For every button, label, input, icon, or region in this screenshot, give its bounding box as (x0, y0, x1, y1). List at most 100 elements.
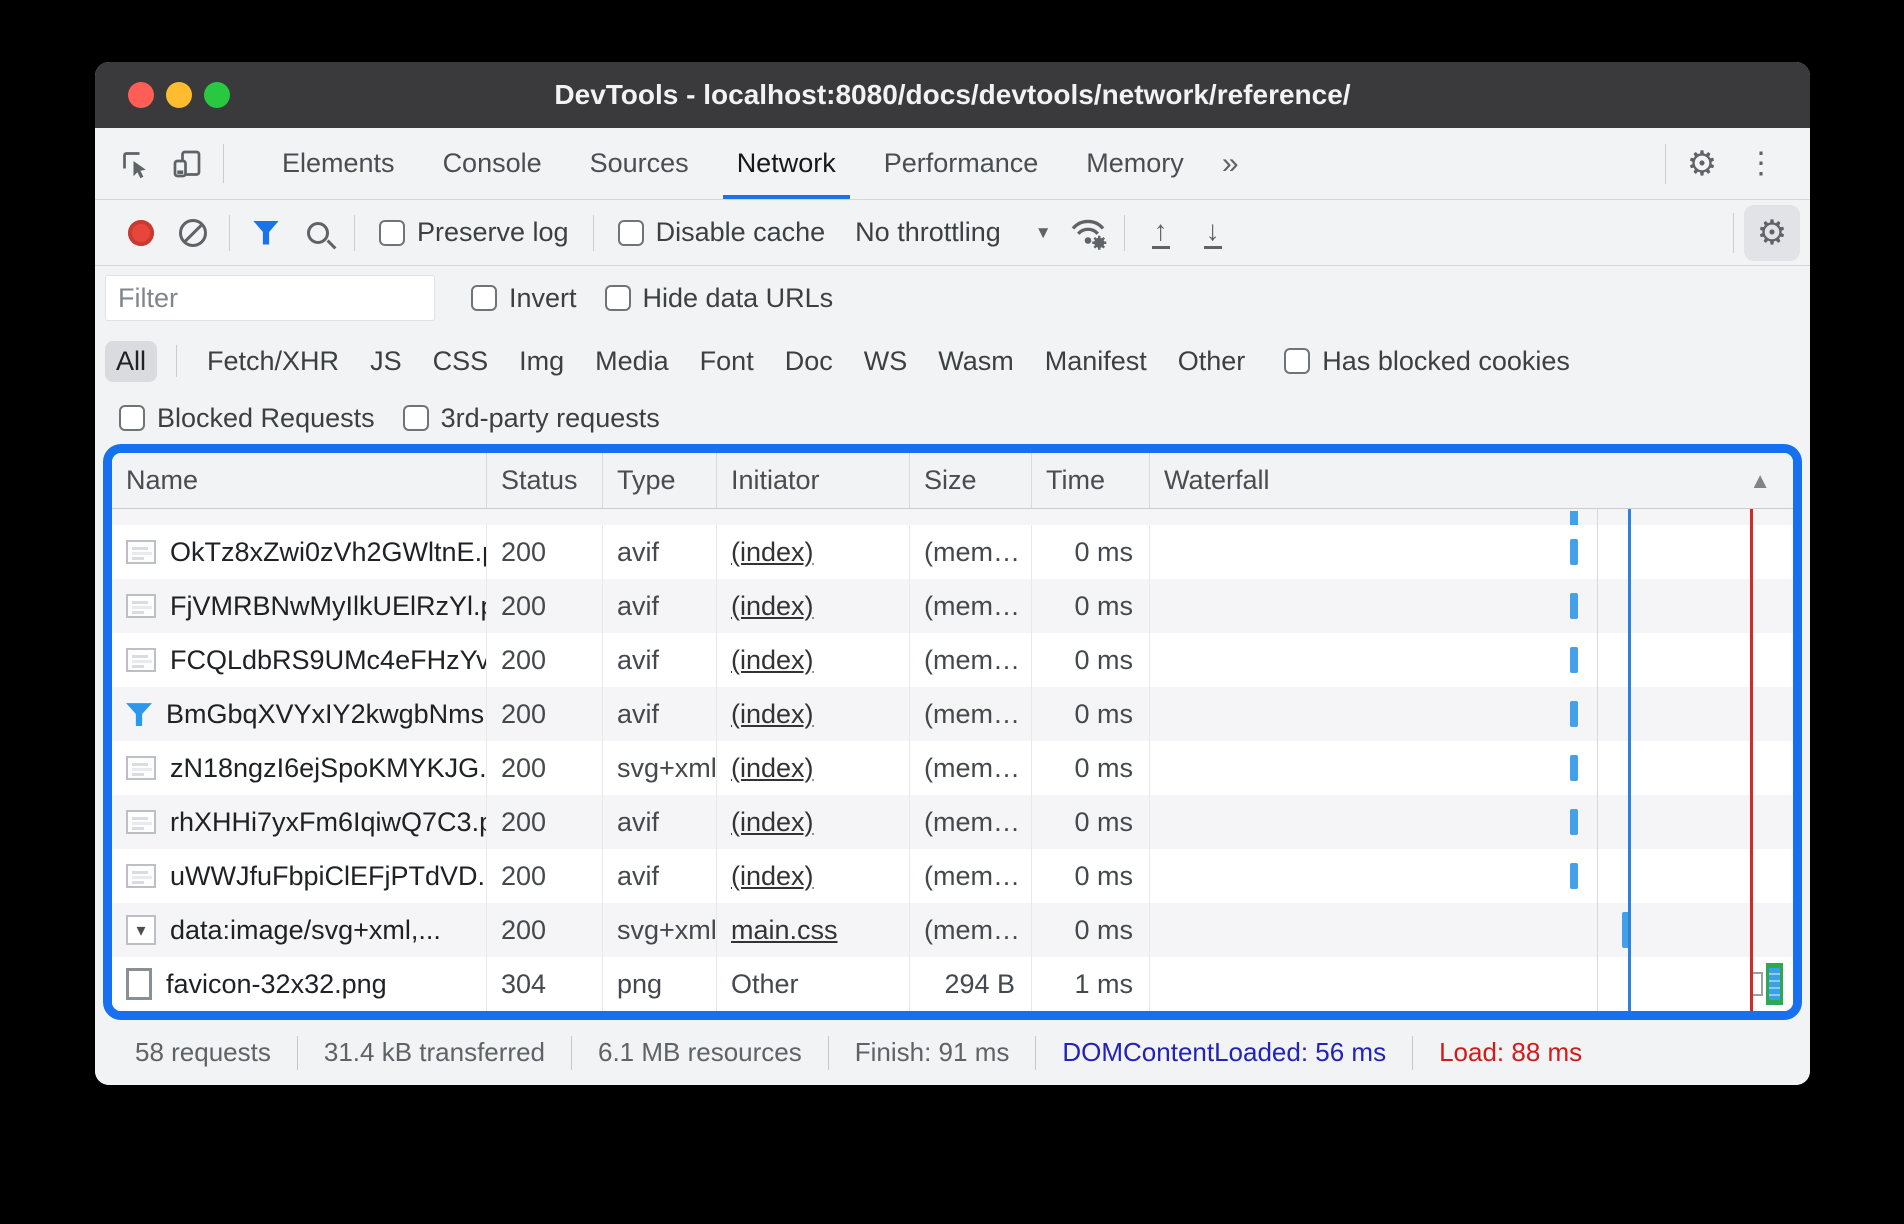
filter-chip-media[interactable]: Media (584, 341, 680, 382)
blocked-requests-checkbox-group[interactable]: Blocked Requests (119, 403, 375, 434)
table-row[interactable]: rhXHHi7yxFm6IqiwQ7C3.p... 200 avif (inde… (112, 795, 1793, 849)
tab-performance[interactable]: Performance (860, 128, 1063, 199)
hide-data-urls-checkbox-group[interactable]: Hide data URLs (605, 283, 834, 314)
column-header-status[interactable]: Status (487, 453, 603, 508)
network-conditions-icon[interactable] (1062, 207, 1114, 259)
third-party-requests-checkbox[interactable] (403, 405, 429, 431)
clear-network-log-button[interactable] (167, 207, 219, 259)
filter-chip-wasm[interactable]: Wasm (927, 341, 1025, 382)
column-header-type[interactable]: Type (603, 453, 717, 508)
request-name-cell[interactable]: zN18ngzI6ejSpoKMYKJG.s... (112, 741, 487, 795)
export-har-icon[interactable]: ↓ (1187, 207, 1239, 259)
request-name-cell[interactable]: ▾ data:image/svg+xml,... (112, 903, 487, 957)
table-row[interactable]: uWWJfuFbpiClEFjPTdVD.p... 200 avif (inde… (112, 849, 1793, 903)
throttling-dropdown[interactable]: No throttling ▼ (855, 217, 1051, 248)
request-name-cell[interactable]: FCQLdbRS9UMc4eFHzYvl... (112, 633, 487, 687)
initiator-link[interactable]: (index) (731, 807, 814, 838)
blocked-requests-checkbox[interactable] (119, 405, 145, 431)
inspect-element-icon[interactable] (109, 128, 161, 199)
request-name-cell[interactable]: rhXHHi7yxFm6IqiwQ7C3.p... (112, 795, 487, 849)
hide-data-urls-label: Hide data URLs (643, 283, 834, 314)
table-row[interactable]: OkTz8xZwi0zVh2GWltnE.p... 200 avif (inde… (112, 525, 1793, 579)
filter-toggle-icon[interactable] (240, 207, 292, 259)
initiator-link[interactable]: (index) (731, 861, 814, 892)
record-network-log-button[interactable] (115, 207, 167, 259)
filter-chip-ws[interactable]: WS (853, 341, 919, 382)
table-row[interactable]: favicon-32x32.png 304 png Other 294 B 1 … (112, 957, 1793, 1011)
tab-console[interactable]: Console (419, 128, 566, 199)
disable-cache-checkbox-group[interactable]: Disable cache (618, 217, 826, 248)
filter-chip-fetch-xhr[interactable]: Fetch/XHR (196, 341, 350, 382)
filter-chip-doc[interactable]: Doc (774, 341, 844, 382)
request-time: 0 ms (1032, 579, 1150, 633)
request-name-cell[interactable]: favicon-32x32.png (112, 957, 487, 1011)
divider (229, 215, 230, 251)
request-size: (mem… (910, 795, 1032, 849)
column-header-initiator[interactable]: Initiator (717, 453, 910, 508)
initiator-link[interactable]: (index) (731, 537, 814, 568)
request-type: avif (603, 579, 717, 633)
request-name-cell[interactable]: uWWJfuFbpiClEFjPTdVD.p... (112, 849, 487, 903)
sort-ascending-icon[interactable]: ▲ (1749, 468, 1771, 494)
table-row[interactable]: zN18ngzI6ejSpoKMYKJG.s... 200 svg+xml (i… (112, 741, 1793, 795)
invert-checkbox[interactable] (471, 285, 497, 311)
initiator-link[interactable]: Other (731, 969, 799, 1000)
initiator-link[interactable]: (index) (731, 645, 814, 676)
initiator-link[interactable]: main.css (731, 915, 838, 946)
device-toolbar-icon[interactable] (161, 128, 213, 199)
tab-sources[interactable]: Sources (566, 128, 713, 199)
column-header-waterfall[interactable]: Waterfall ▲ (1150, 453, 1793, 508)
column-header-time[interactable]: Time (1032, 453, 1150, 508)
filter-chip-css[interactable]: CSS (422, 341, 500, 382)
request-preview-icon (126, 648, 156, 672)
tab-network[interactable]: Network (713, 128, 860, 199)
has-blocked-cookies-checkbox-group[interactable]: Has blocked cookies (1284, 346, 1570, 377)
request-type: avif (603, 849, 717, 903)
preserve-log-checkbox-group[interactable]: Preserve log (379, 217, 569, 248)
request-name: FjVMRBNwMyIlkUElRzYl.p... (170, 591, 487, 622)
request-name-cell[interactable]: OkTz8xZwi0zVh2GWltnE.p... (112, 525, 487, 579)
request-name: FCQLdbRS9UMc4eFHzYvl... (170, 645, 487, 676)
table-row[interactable]: ▾ data:image/svg+xml,... 200 svg+xml mai… (112, 903, 1793, 957)
invert-checkbox-group[interactable]: Invert (471, 283, 577, 314)
filter-input[interactable] (105, 275, 435, 321)
filter-chip-img[interactable]: Img (508, 341, 575, 382)
request-name-cell[interactable]: FjVMRBNwMyIlkUElRzYl.p... (112, 579, 487, 633)
request-time: 0 ms (1032, 687, 1150, 741)
initiator-link[interactable]: (index) (731, 753, 814, 784)
hide-data-urls-checkbox[interactable] (605, 285, 631, 311)
table-row[interactable]: BmGbqXVYxIY2kwgbNms... 200 avif (index) … (112, 687, 1793, 741)
request-name-cell[interactable]: BmGbqXVYxIY2kwgbNms... (112, 687, 487, 741)
waterfall-bar (1570, 809, 1578, 835)
more-tabs-button[interactable]: » (1208, 128, 1253, 199)
import-har-icon[interactable]: ↑ (1135, 207, 1187, 259)
request-status: 200 (487, 633, 603, 687)
filter-chip-manifest[interactable]: Manifest (1034, 341, 1158, 382)
initiator-link[interactable]: (index) (731, 591, 814, 622)
tab-memory[interactable]: Memory (1062, 128, 1208, 199)
filter-chip-js[interactable]: JS (359, 341, 413, 382)
initiator-link[interactable]: (index) (731, 699, 814, 730)
request-initiator: (index) (717, 633, 910, 687)
filter-row: Invert Hide data URLs (95, 266, 1810, 330)
settings-gear-icon[interactable]: ⚙ (1676, 147, 1728, 181)
customize-menu-icon[interactable]: ⋮ (1728, 146, 1794, 181)
tab-elements[interactable]: Elements (258, 128, 419, 199)
filter-chip-all[interactable]: All (105, 341, 157, 382)
filter-chip-other[interactable]: Other (1167, 341, 1257, 382)
column-header-size[interactable]: Size (910, 453, 1032, 508)
request-name: uWWJfuFbpiClEFjPTdVD.p... (170, 861, 487, 892)
filter-chip-font[interactable]: Font (689, 341, 765, 382)
preserve-log-checkbox[interactable] (379, 220, 405, 246)
table-row[interactable]: FCQLdbRS9UMc4eFHzYvl... 200 avif (index)… (112, 633, 1793, 687)
third-party-requests-checkbox-group[interactable]: 3rd-party requests (403, 403, 660, 434)
disable-cache-checkbox[interactable] (618, 220, 644, 246)
request-preview-icon (126, 701, 152, 727)
column-header-name[interactable]: Name (112, 453, 487, 508)
request-type: svg+xml (603, 903, 717, 957)
network-settings-gear-icon[interactable]: ⚙ (1744, 205, 1800, 261)
table-row[interactable]: FjVMRBNwMyIlkUElRzYl.p... 200 avif (inde… (112, 579, 1793, 633)
search-icon[interactable] (292, 207, 344, 259)
title-bar: DevTools - localhost:8080/docs/devtools/… (95, 62, 1810, 128)
has-blocked-cookies-checkbox[interactable] (1284, 348, 1310, 374)
